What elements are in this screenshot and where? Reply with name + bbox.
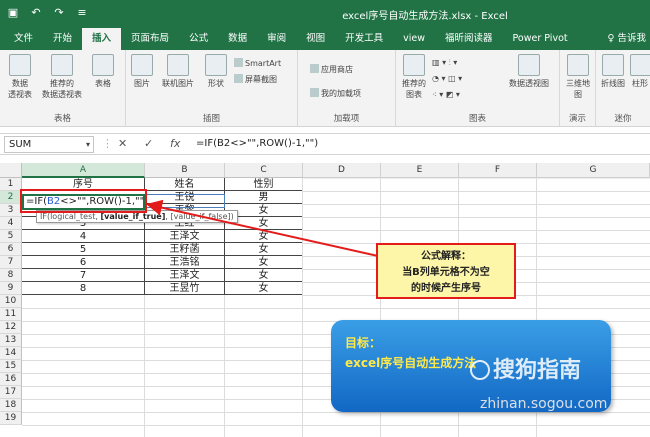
sogou-watermark: 搜狗指南 xyxy=(470,352,581,384)
watermark-url: zhinan.sogou.com xyxy=(480,396,608,412)
sogou-logo-icon xyxy=(470,360,490,380)
formula-explanation-note: 公式解释： 当B列单元格不为空 的时候产生序号 xyxy=(376,243,516,299)
